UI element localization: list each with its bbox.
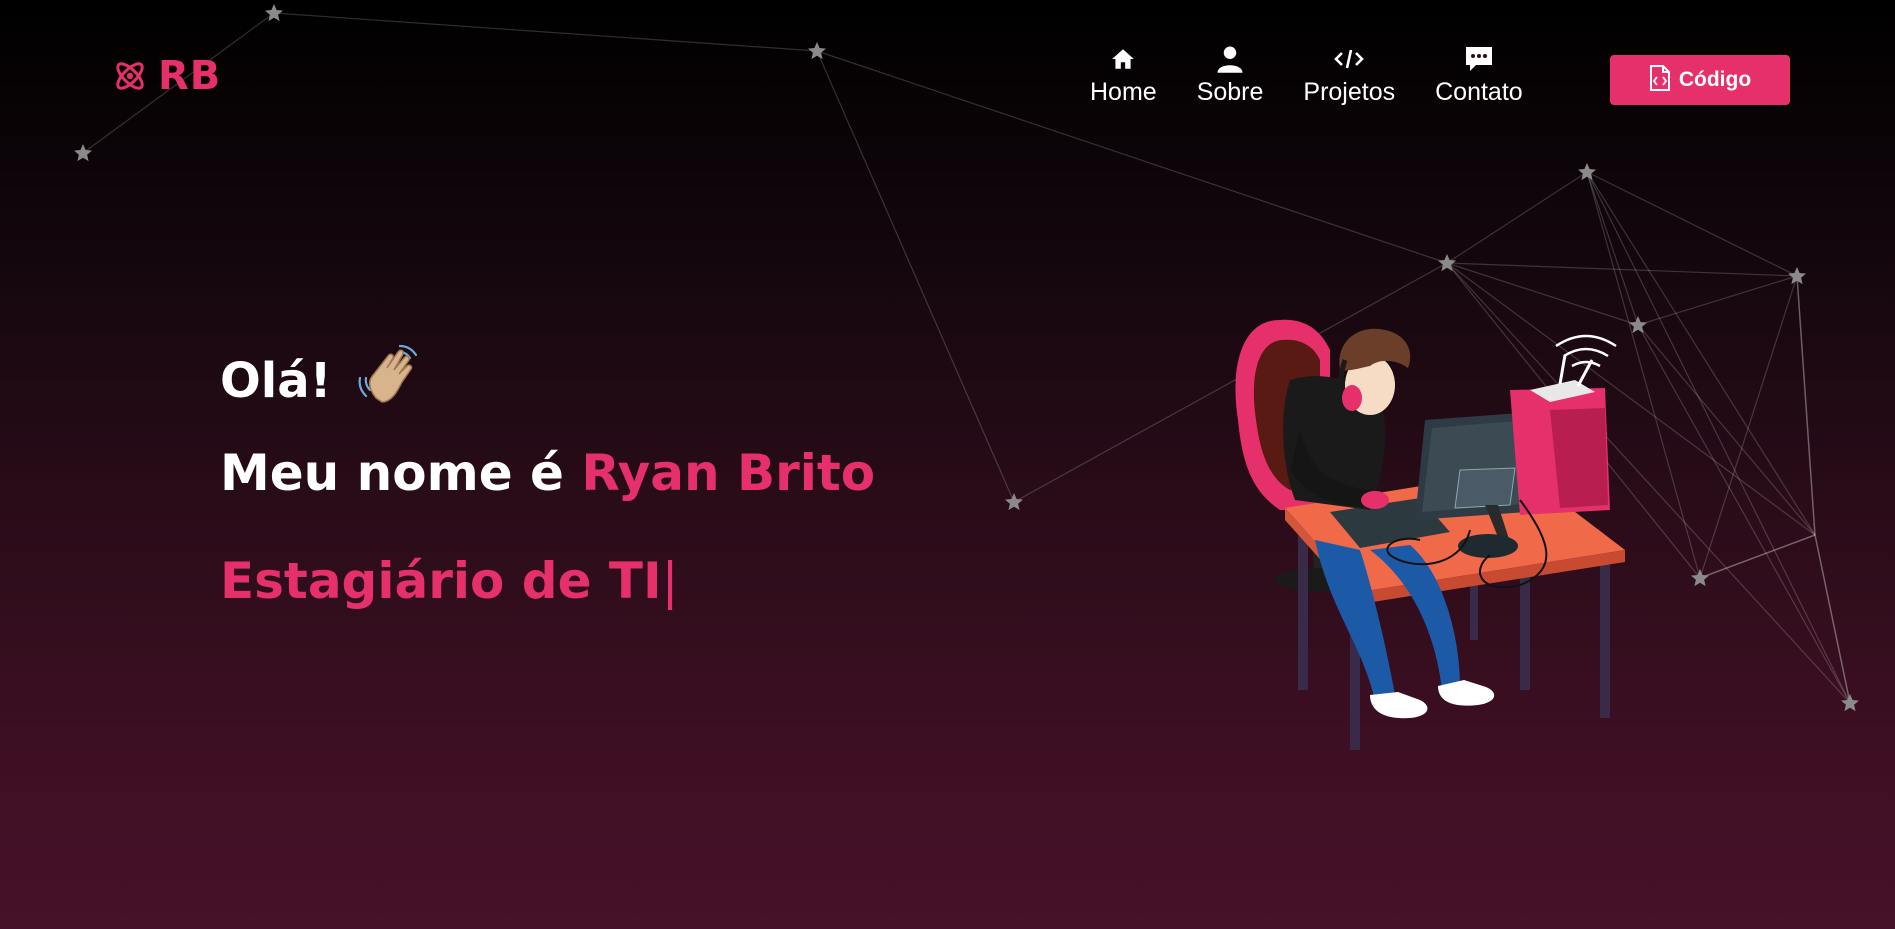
- nav-item-sobre[interactable]: Sobre: [1196, 44, 1264, 107]
- person-name: Ryan Brito: [581, 444, 876, 502]
- hero-section: Olá! Meu nome é Ryan Brito Estagiário de…: [220, 340, 875, 610]
- waving-hand-icon: [354, 340, 426, 422]
- nav-label-home: Home: [1090, 78, 1157, 106]
- nav-label-projetos: Projetos: [1303, 78, 1396, 106]
- developer-at-desk-illustration: [1235, 319, 1625, 750]
- nav-item-home[interactable]: Home: [1090, 44, 1157, 107]
- name-prefix: Meu nome é: [220, 444, 564, 502]
- code-button-label: Código: [1678, 68, 1752, 91]
- atom-icon: [116, 62, 144, 90]
- greeting-text: Olá!: [220, 353, 332, 409]
- main-nav: Home Sobre Projetos Contato: [1090, 44, 1563, 107]
- greeting-line: Olá!: [220, 340, 875, 422]
- name-line: Meu nome é Ryan Brito: [220, 444, 875, 502]
- logo[interactable]: RB: [112, 56, 221, 96]
- role-text: Estagiário de TI: [220, 552, 662, 610]
- typing-caret: |: [661, 552, 679, 610]
- nav-label-contato: Contato: [1435, 78, 1523, 106]
- chat-icon: [1464, 44, 1494, 74]
- user-icon: [1215, 44, 1245, 74]
- home-icon: [1110, 44, 1136, 74]
- nav-item-contato[interactable]: Contato: [1435, 44, 1523, 107]
- logo-text: RB: [158, 53, 222, 99]
- nav-item-projetos[interactable]: Projetos: [1303, 44, 1395, 107]
- code-icon: [1334, 44, 1365, 74]
- file-code-icon: [1649, 64, 1671, 96]
- role-line: Estagiário de TI|: [220, 552, 875, 610]
- code-button[interactable]: Código: [1610, 55, 1790, 105]
- nav-label-sobre: Sobre: [1196, 78, 1264, 106]
